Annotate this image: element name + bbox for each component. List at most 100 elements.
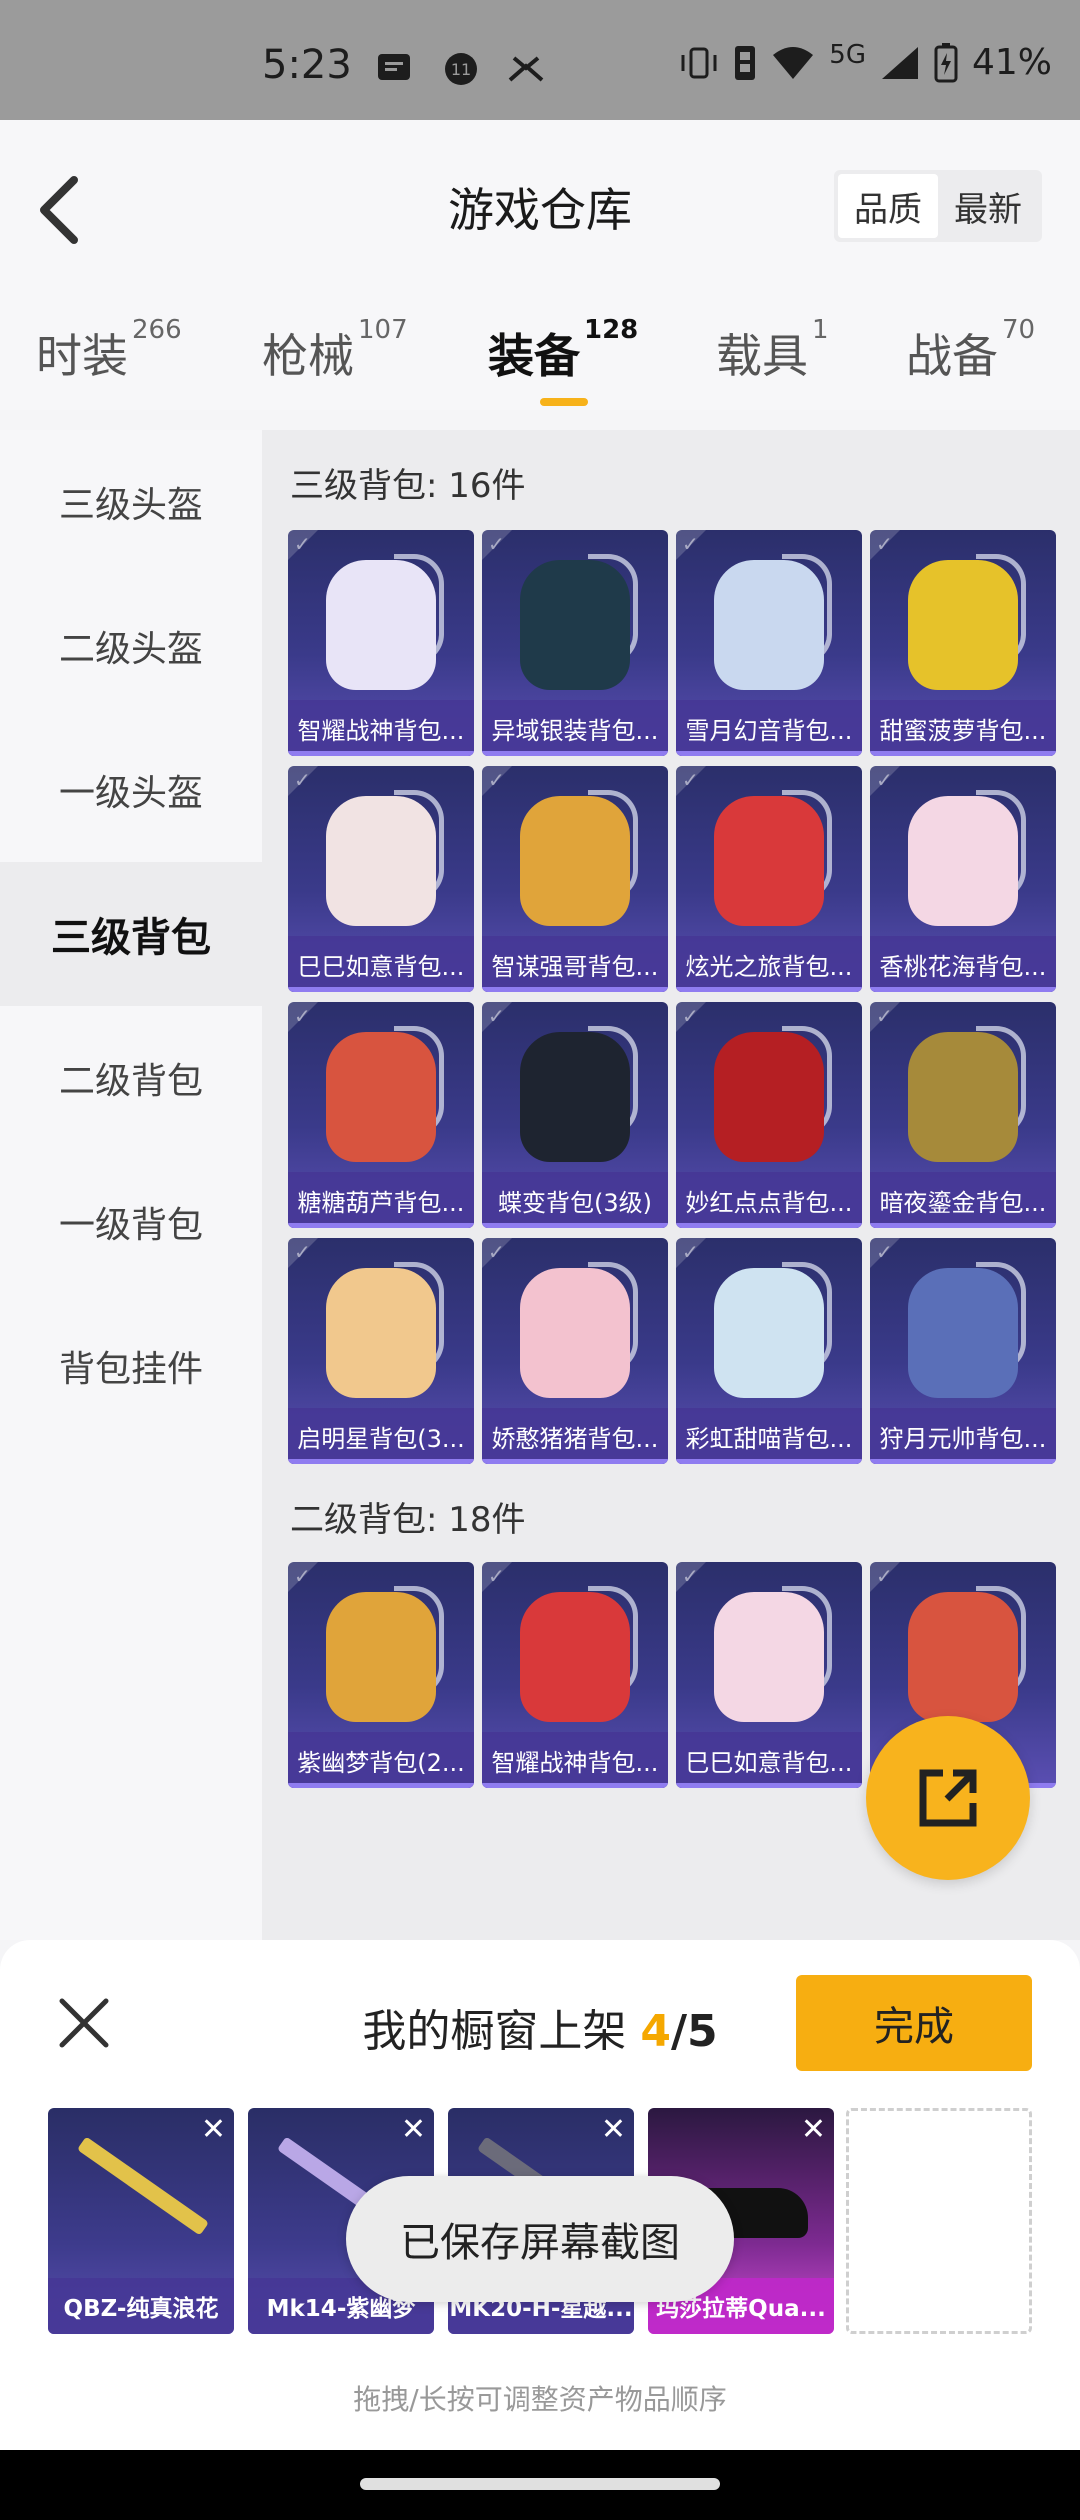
item-card[interactable]: ✓ 异域银装背包... bbox=[482, 530, 668, 756]
backpack-image bbox=[520, 1032, 630, 1162]
item-card[interactable]: ✓ 巳巳如意背包... bbox=[288, 766, 474, 992]
item-card[interactable]: ✓ 智耀战神背包... bbox=[288, 530, 474, 756]
tab-equipment[interactable]: 装备 128 bbox=[488, 315, 638, 386]
check-icon: ✓ bbox=[682, 1004, 699, 1028]
remove-icon[interactable]: ✕ bbox=[601, 2112, 626, 2147]
item-card[interactable]: ✓ 炫光之旅背包... bbox=[676, 766, 862, 992]
item-label: 狩月元帅背包... bbox=[870, 1408, 1056, 1464]
item-label: 巳巳如意背包... bbox=[676, 1732, 862, 1788]
empty-showcase-slot[interactable] bbox=[846, 2108, 1032, 2334]
rarity-bar bbox=[482, 987, 668, 992]
item-label: 蝶变背包(3级) bbox=[482, 1172, 668, 1228]
item-label: 紫幽梦背包(2... bbox=[288, 1732, 474, 1788]
status-bar: 5:23 11 5G 41% bbox=[0, 0, 1080, 120]
rarity-bar bbox=[482, 1223, 668, 1228]
item-card[interactable]: ✓ 巳巳如意背包... bbox=[676, 1562, 862, 1788]
sidebar: 三级头盔 二级头盔 一级头盔 三级背包 二级背包 一级背包 背包挂件 bbox=[0, 430, 262, 1940]
share-button[interactable] bbox=[866, 1716, 1030, 1880]
backpack-image bbox=[714, 796, 824, 926]
battery-icon bbox=[934, 42, 958, 82]
battery-level: 41% bbox=[971, 42, 1052, 83]
home-gesture-bar[interactable] bbox=[360, 2478, 720, 2490]
tab-readiness[interactable]: 战备 70 bbox=[906, 315, 1035, 386]
remove-icon[interactable]: ✕ bbox=[201, 2112, 226, 2147]
item-card[interactable]: ✓ 妙红点点背包... bbox=[676, 1002, 862, 1228]
section-title: 三级背包: 16件 bbox=[290, 466, 526, 506]
rarity-bar bbox=[676, 1223, 862, 1228]
rarity-bar bbox=[870, 1459, 1056, 1464]
check-icon: ✓ bbox=[488, 768, 505, 792]
sidebar-item-level3-backpack[interactable]: 三级背包 bbox=[0, 862, 262, 1006]
check-icon: ✓ bbox=[876, 532, 893, 556]
sidebar-item-level2-backpack[interactable]: 二级背包 bbox=[0, 1006, 262, 1150]
sim-icon bbox=[735, 45, 756, 80]
backpack-image bbox=[520, 796, 630, 926]
item-label: 妙红点点背包... bbox=[676, 1172, 862, 1228]
remove-icon[interactable]: ✕ bbox=[401, 2112, 426, 2147]
rarity-bar bbox=[288, 1783, 474, 1788]
showcase-count: 4 bbox=[640, 2006, 671, 2057]
item-label: 智耀战神背包... bbox=[482, 1732, 668, 1788]
rarity-bar bbox=[288, 751, 474, 756]
sidebar-item-level1-backpack[interactable]: 一级背包 bbox=[0, 1150, 262, 1294]
sidebar-item-level1-helmet[interactable]: 一级头盔 bbox=[0, 718, 262, 862]
backpack-image bbox=[326, 1032, 436, 1162]
tab-fashion[interactable]: 时装 266 bbox=[36, 315, 182, 386]
signal-icon bbox=[881, 46, 918, 79]
item-card[interactable]: ✓ 糖糖葫芦背包... bbox=[288, 1002, 474, 1228]
done-button[interactable]: 完成 bbox=[796, 1975, 1032, 2071]
item-label: 彩虹甜喵背包... bbox=[676, 1408, 862, 1464]
sidebar-item-level3-helmet[interactable]: 三级头盔 bbox=[0, 430, 262, 574]
item-card[interactable]: ✓ 雪月幻音背包... bbox=[676, 530, 862, 756]
item-label: 炫光之旅背包... bbox=[676, 936, 862, 992]
item-label: 巳巳如意背包... bbox=[288, 936, 474, 992]
backpack-image bbox=[714, 1268, 824, 1398]
item-card[interactable]: ✓ 暗夜鎏金背包... bbox=[870, 1002, 1056, 1228]
item-card[interactable]: ✓ 甜蜜菠萝背包... bbox=[870, 530, 1056, 756]
tab-firearms[interactable]: 枪械 107 bbox=[262, 315, 408, 386]
item-card[interactable]: ✓ 香桃花海背包... bbox=[870, 766, 1056, 992]
check-icon: ✓ bbox=[876, 1240, 893, 1264]
navigation-bar bbox=[0, 2450, 1080, 2520]
item-label: 异域银装背包... bbox=[482, 700, 668, 756]
item-card[interactable]: ✓ 智谋强哥背包... bbox=[482, 766, 668, 992]
check-icon: ✓ bbox=[682, 768, 699, 792]
check-icon: ✓ bbox=[488, 1240, 505, 1264]
rarity-bar bbox=[870, 751, 1056, 756]
slot-label: QBZ-纯真浪花 bbox=[48, 2278, 234, 2334]
item-card[interactable]: ✓ 彩虹甜喵背包... bbox=[676, 1238, 862, 1464]
item-card[interactable]: ✓ 狩月元帅背包... bbox=[870, 1238, 1056, 1464]
sidebar-item-level2-helmet[interactable]: 二级头盔 bbox=[0, 574, 262, 718]
sort-quality-button[interactable]: 品质 bbox=[838, 174, 938, 238]
rarity-bar bbox=[482, 751, 668, 756]
showcase-slot[interactable]: ✕ QBZ-纯真浪花 bbox=[48, 2108, 234, 2334]
rarity-bar bbox=[676, 751, 862, 756]
backpack-image bbox=[326, 560, 436, 690]
check-icon: ✓ bbox=[488, 1564, 505, 1588]
tab-vehicles[interactable]: 载具 1 bbox=[716, 315, 829, 386]
item-card[interactable]: ✓ 启明星背包(3... bbox=[288, 1238, 474, 1464]
wifi-icon bbox=[773, 46, 814, 79]
item-card[interactable]: ✓ 娇憨猪猪背包... bbox=[482, 1238, 668, 1464]
network-label: 5G bbox=[829, 39, 866, 70]
svg-text:11: 11 bbox=[451, 60, 471, 79]
check-icon: ✓ bbox=[876, 1004, 893, 1028]
backpack-image bbox=[908, 560, 1018, 690]
item-card[interactable]: ✓ 紫幽梦背包(2... bbox=[288, 1562, 474, 1788]
item-card[interactable]: ✓ 蝶变背包(3级) bbox=[482, 1002, 668, 1228]
remove-icon[interactable]: ✕ bbox=[801, 2112, 826, 2147]
backpack-image bbox=[520, 1592, 630, 1722]
section-title: 二级背包: 18件 bbox=[290, 1500, 526, 1540]
backpack-image bbox=[908, 1032, 1018, 1162]
sidebar-item-backpack-charm[interactable]: 背包挂件 bbox=[0, 1294, 262, 1438]
sort-latest-button[interactable]: 最新 bbox=[938, 174, 1038, 238]
rarity-bar bbox=[288, 1223, 474, 1228]
backpack-image bbox=[326, 796, 436, 926]
check-icon: ✓ bbox=[682, 1240, 699, 1264]
item-label: 香桃花海背包... bbox=[870, 936, 1056, 992]
backpack-image bbox=[520, 560, 630, 690]
backpack-image bbox=[326, 1592, 436, 1722]
item-label: 启明星背包(3... bbox=[288, 1408, 474, 1464]
item-card[interactable]: ✓ 智耀战神背包... bbox=[482, 1562, 668, 1788]
item-label: 智谋强哥背包... bbox=[482, 936, 668, 992]
